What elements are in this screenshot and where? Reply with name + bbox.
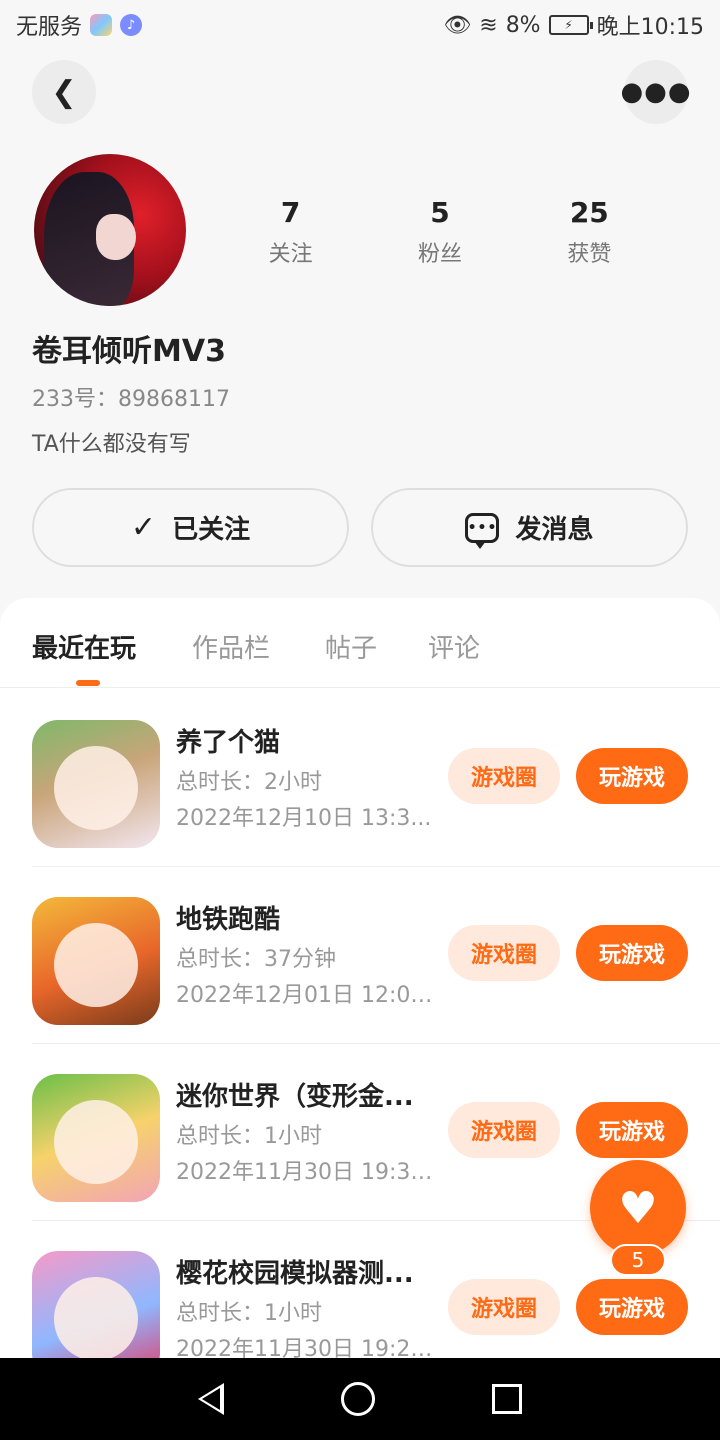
game-date: 2022年12月01日 12:00... xyxy=(176,983,434,1008)
music-notification-icon: ♪ xyxy=(120,14,143,36)
play-game-button[interactable]: 玩游戏 xyxy=(576,748,688,804)
game-name: 地铁跑酷 xyxy=(176,905,281,935)
send-message-button[interactable]: ••• 发消息 xyxy=(371,488,688,567)
followed-label: 已关注 xyxy=(172,515,251,545)
stat-label: 粉丝 xyxy=(417,242,462,267)
game-date: 2022年12月10日 13:3... xyxy=(176,806,432,831)
user-bio: TA什么都没有写 xyxy=(32,432,191,457)
play-game-button[interactable]: 玩游戏 xyxy=(576,1279,688,1335)
nav-recents-icon[interactable] xyxy=(491,1384,522,1414)
tab-comments[interactable]: 评论 xyxy=(428,628,480,665)
avatar[interactable] xyxy=(34,154,186,306)
tab-works[interactable]: 作品栏 xyxy=(192,628,270,665)
stat-value: 25 xyxy=(569,196,609,229)
eye-icon: 👁 xyxy=(443,12,472,38)
stat-followers[interactable]: 5 粉丝 xyxy=(365,196,514,268)
stat-value: 7 xyxy=(280,196,301,229)
game-icon[interactable] xyxy=(32,720,160,848)
game-duration: 总时长：1小时 xyxy=(176,1301,322,1326)
stat-likes[interactable]: 25 获赞 xyxy=(515,196,664,268)
stat-following[interactable]: 7 关注 xyxy=(216,196,365,268)
game-name: 迷你世界（变形金... xyxy=(176,1082,414,1112)
more-button[interactable]: ●●● xyxy=(620,60,691,124)
game-duration: 总时长：1小时 xyxy=(176,1124,322,1149)
stat-value: 5 xyxy=(430,196,450,229)
game-name: 樱花校园模拟器测... xyxy=(176,1259,414,1289)
wifi-icon: ≋ xyxy=(479,12,498,38)
game-duration: 总时长：37分钟 xyxy=(176,947,336,972)
game-circle-button[interactable]: 游戏圈 xyxy=(448,1279,560,1335)
tab-bar: 最近在玩 作品栏 帖子 评论 xyxy=(0,598,720,688)
followed-button[interactable]: ✓ 已关注 xyxy=(32,488,349,567)
battery-percent: 8% xyxy=(505,12,541,38)
stat-label: 关注 xyxy=(268,242,313,267)
game-name: 养了个猫 xyxy=(176,728,281,758)
play-game-button[interactable]: 玩游戏 xyxy=(576,925,688,981)
send-message-label: 发消息 xyxy=(515,515,594,545)
game-icon[interactable] xyxy=(32,1074,160,1202)
battery-icon: ⚡ xyxy=(548,15,593,35)
like-count-badge: 5 xyxy=(610,1244,666,1276)
carrier-text: 无服务 xyxy=(16,15,83,40)
game-date: 2022年11月30日 19:30... xyxy=(176,1160,434,1185)
tab-posts[interactable]: 帖子 xyxy=(325,628,377,665)
nav-home-icon[interactable] xyxy=(340,1382,375,1416)
checkmark-icon: ✓ xyxy=(130,510,157,545)
status-bar: 无服务 ♪ 👁 ≋ 8% ⚡ 晚上10:15 xyxy=(0,0,720,50)
stat-label: 获赞 xyxy=(567,242,612,267)
clock: 晚上10:15 xyxy=(596,15,704,40)
game-row[interactable]: 养了个猫 总时长：2小时 2022年12月10日 13:3... 游戏圈 玩游戏 xyxy=(32,690,720,867)
heart-icon: ♥ xyxy=(618,1182,658,1234)
game-circle-button[interactable]: 游戏圈 xyxy=(448,1102,560,1158)
system-nav-bar xyxy=(0,1358,720,1440)
app-notification-icon xyxy=(90,14,113,36)
play-game-button[interactable]: 玩游戏 xyxy=(576,1102,688,1158)
chat-bubble-icon: ••• xyxy=(465,512,500,549)
game-circle-button[interactable]: 游戏圈 xyxy=(448,925,560,981)
game-icon[interactable] xyxy=(32,1251,160,1358)
chevron-left-icon: ❮ xyxy=(51,74,77,110)
game-date: 2022年11月30日 19:27... xyxy=(176,1337,434,1358)
nav-back-icon[interactable] xyxy=(198,1383,225,1415)
game-row[interactable]: 地铁跑酷 总时长：37分钟 2022年12月01日 12:00... 游戏圈 玩… xyxy=(32,867,720,1044)
avatar-face-shape xyxy=(96,214,136,260)
more-dots-icon: ●●● xyxy=(620,77,692,107)
tab-recent-playing[interactable]: 最近在玩 xyxy=(32,628,136,665)
game-icon[interactable] xyxy=(32,897,160,1025)
game-duration: 总时长：2小时 xyxy=(176,770,322,795)
profile-stats: 7 关注 5 粉丝 25 获赞 xyxy=(216,196,664,268)
game-circle-button[interactable]: 游戏圈 xyxy=(448,748,560,804)
username: 卷耳倾听MV3 xyxy=(32,334,226,369)
like-float-button[interactable]: ♥ xyxy=(590,1160,686,1256)
back-button[interactable]: ❮ xyxy=(32,60,96,124)
user-id: 233号：89868117 xyxy=(32,387,230,412)
active-tab-indicator xyxy=(76,680,100,686)
